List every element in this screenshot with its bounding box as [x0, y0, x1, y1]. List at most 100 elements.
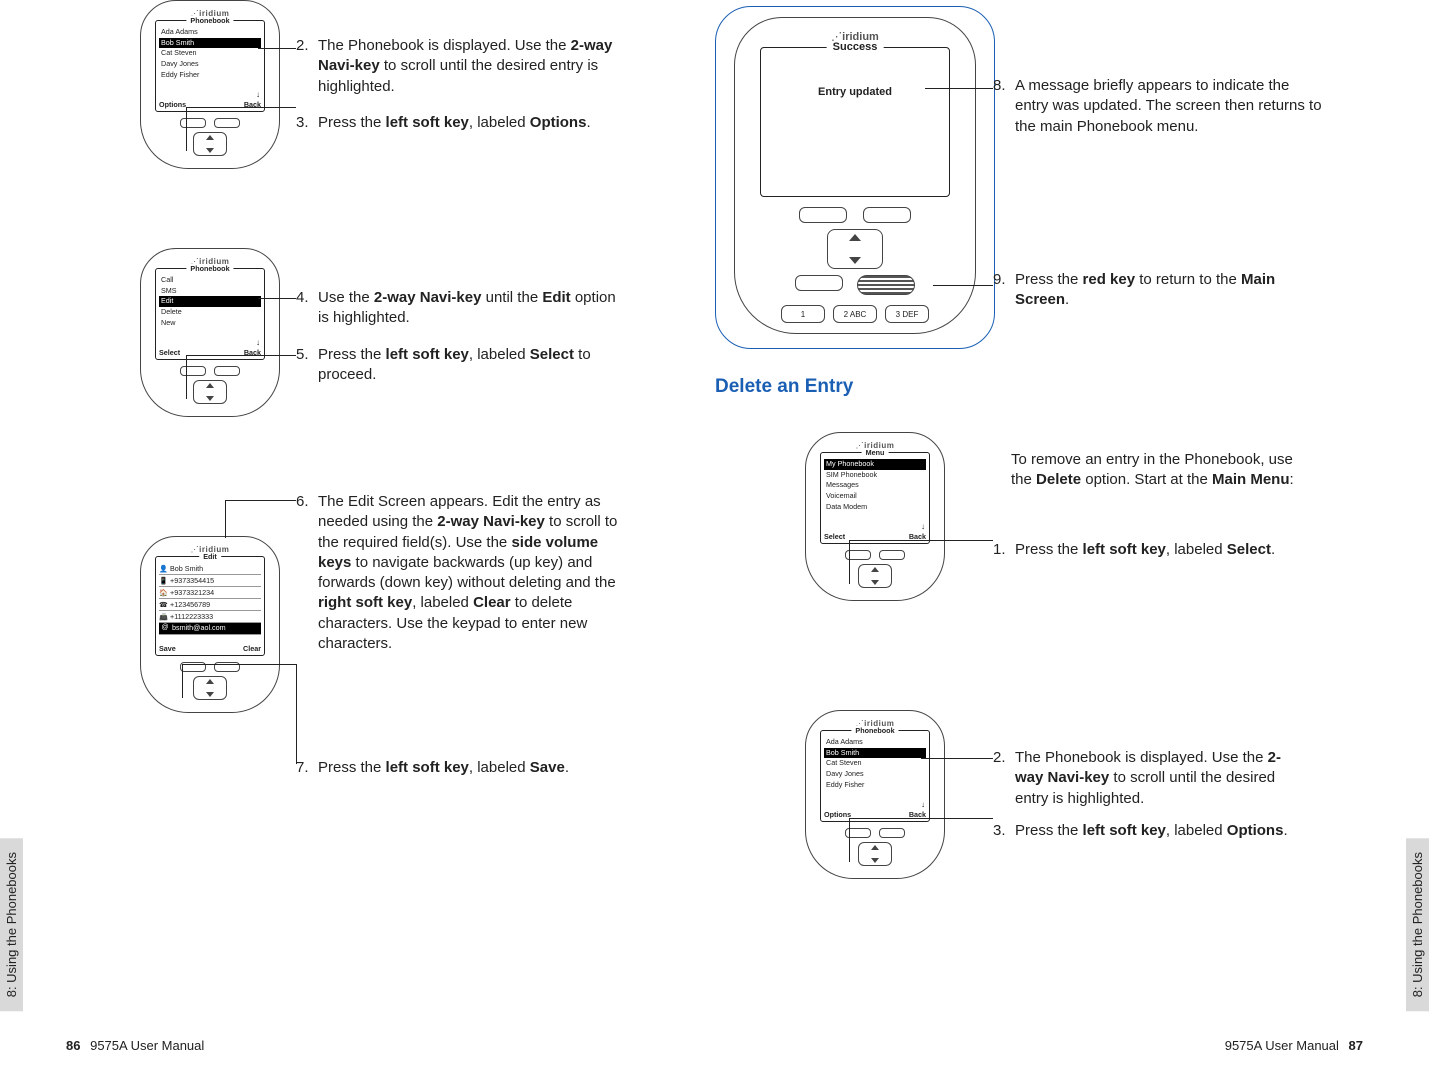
leader-line: [225, 500, 296, 501]
step-7: 7. Press the left soft key, labeled Save…: [296, 758, 626, 778]
work-icon: ☎: [159, 601, 167, 609]
section-title-delete-entry: Delete an Entry: [715, 376, 853, 398]
phone-illustration-2: ⋰iridium Phonebook CallSMSEditDeleteNew …: [140, 248, 280, 417]
leader-line: [258, 298, 296, 299]
leader-line: [186, 355, 187, 399]
page-footer: 86 9575A User Manual: [60, 1038, 204, 1053]
list-item: Cat Steven: [159, 48, 261, 59]
list-item: Eddy Fisher: [159, 70, 261, 81]
right-soft-key[interactable]: [214, 118, 240, 128]
navi-key[interactable]: [193, 676, 227, 700]
left-soft-key[interactable]: [799, 207, 847, 223]
delete-step-3: 3. Press the left soft key, labeled Opti…: [993, 821, 1303, 841]
list-item: Edit: [159, 296, 261, 307]
list-item: Bob Smith: [824, 748, 926, 759]
left-soft-key[interactable]: [180, 366, 206, 376]
scroll-arrow-icon: ↓: [921, 800, 925, 809]
screen-title: Phonebook: [851, 726, 898, 735]
keypad-row: 1 2 ABC 3 DEF: [781, 305, 929, 323]
navi-key[interactable]: [858, 842, 892, 866]
step-5: 5. Press the left soft key, labeled Sele…: [296, 345, 616, 386]
field-value: +9373354415: [170, 576, 214, 585]
chapter-tab: 8: Using the Phonebooks: [1406, 838, 1429, 1011]
soft-left-label: Save: [159, 644, 176, 653]
delete-intro: To remove an entry in the Phonebook, use…: [1011, 450, 1311, 491]
leader-line: [182, 664, 296, 665]
leader-line: [182, 664, 183, 698]
home-icon: 🏠: [159, 589, 167, 597]
soft-left-label: Options: [159, 100, 186, 109]
person-icon: 👤: [159, 565, 167, 573]
phone-screen: Phonebook Ada AdamsBob SmithCat StevenDa…: [155, 20, 265, 112]
scroll-arrow-icon: ↓: [256, 338, 260, 347]
list-item: New: [159, 318, 261, 329]
page-87: 8: Using the Phonebooks ⋰iridium Success…: [715, 0, 1429, 1071]
page-86: 8: Using the Phonebooks ⋰iridium Phonebo…: [0, 0, 714, 1071]
right-soft-key[interactable]: [879, 828, 905, 838]
right-soft-key[interactable]: [214, 366, 240, 376]
leader-line: [186, 355, 296, 356]
keypad-key[interactable]: 2 ABC: [833, 305, 877, 323]
scroll-arrow-icon: ↓: [256, 90, 260, 99]
step-4: 4. Use the 2-way Navi-key until the Edit…: [296, 288, 616, 329]
leader-line: [849, 540, 993, 541]
keypad-key[interactable]: 3 DEF: [885, 305, 929, 323]
field-value: +1112223333: [170, 612, 213, 621]
phone-illustration-4: ⋰iridium Menu My PhonebookSIM PhonebookM…: [805, 432, 945, 601]
navi-key[interactable]: [858, 564, 892, 588]
list-item: SMS: [159, 286, 261, 297]
edit-field: @bsmith@aol.com: [159, 623, 261, 635]
red-key[interactable]: [857, 275, 915, 295]
list-item: Davy Jones: [824, 769, 926, 780]
scroll-arrow-icon: ↓: [921, 522, 925, 531]
field-value: +123456789: [170, 600, 210, 609]
email-icon: @: [161, 624, 169, 632]
leader-line: [925, 88, 993, 89]
screen-title: Edit: [199, 552, 221, 561]
edit-field: 👤Bob Smith: [159, 563, 261, 575]
soft-right-label: Clear: [243, 644, 261, 653]
leader-line: [258, 48, 296, 49]
list-item: Eddy Fisher: [824, 780, 926, 791]
soft-left-label: Options: [824, 810, 851, 819]
list-item: Bob Smith: [159, 38, 261, 49]
screen-title: Phonebook: [186, 264, 233, 273]
right-soft-key[interactable]: [863, 207, 911, 223]
leader-line: [296, 664, 297, 764]
list-item: Cat Steven: [824, 758, 926, 769]
leader-line: [933, 285, 993, 286]
list-item: Messages: [824, 480, 926, 491]
field-value: Bob Smith: [170, 564, 203, 573]
left-soft-key[interactable]: [180, 118, 206, 128]
list-item: Ada Adams: [159, 27, 261, 38]
screen-title: Success: [827, 41, 884, 53]
leader-line: [849, 818, 850, 862]
fax-icon: 📠: [159, 613, 167, 621]
edit-field: 📠+1112223333: [159, 611, 261, 623]
navi-key[interactable]: [193, 132, 227, 156]
leader-line: [186, 107, 187, 151]
phone-illustration-5: ⋰iridium Phonebook Ada AdamsBob SmithCat…: [805, 710, 945, 879]
leader-line: [186, 107, 296, 108]
soft-left-label: Select: [159, 348, 180, 357]
status-message: Entry updated: [761, 86, 949, 98]
edit-field: 📱+9373354415: [159, 575, 261, 587]
right-soft-key[interactable]: [879, 550, 905, 560]
list-item: Delete: [159, 307, 261, 318]
field-value: +9373321234: [170, 588, 214, 597]
keypad-key[interactable]: 1: [781, 305, 825, 323]
navi-key[interactable]: [193, 380, 227, 404]
green-key[interactable]: [795, 275, 843, 291]
navi-key[interactable]: [827, 229, 883, 269]
phone-illustration-large: ⋰iridium Success Entry updated 12 ABC3 D…: [715, 6, 995, 349]
step-2: 2. The Phonebook is displayed. Use the 2…: [296, 36, 616, 97]
list-item: Davy Jones: [159, 59, 261, 70]
leader-line: [921, 758, 993, 759]
step-6: 6. The Edit Screen appears. Edit the ent…: [296, 492, 626, 654]
delete-step-1: 1. Press the left soft key, labeled Sele…: [993, 540, 1303, 560]
screen-title: Menu: [862, 448, 889, 457]
page-footer: 9575A User Manual 87: [1225, 1038, 1369, 1053]
list-item: SIM Phonebook: [824, 470, 926, 481]
leader-line: [849, 818, 993, 819]
mobile-icon: 📱: [159, 577, 167, 585]
